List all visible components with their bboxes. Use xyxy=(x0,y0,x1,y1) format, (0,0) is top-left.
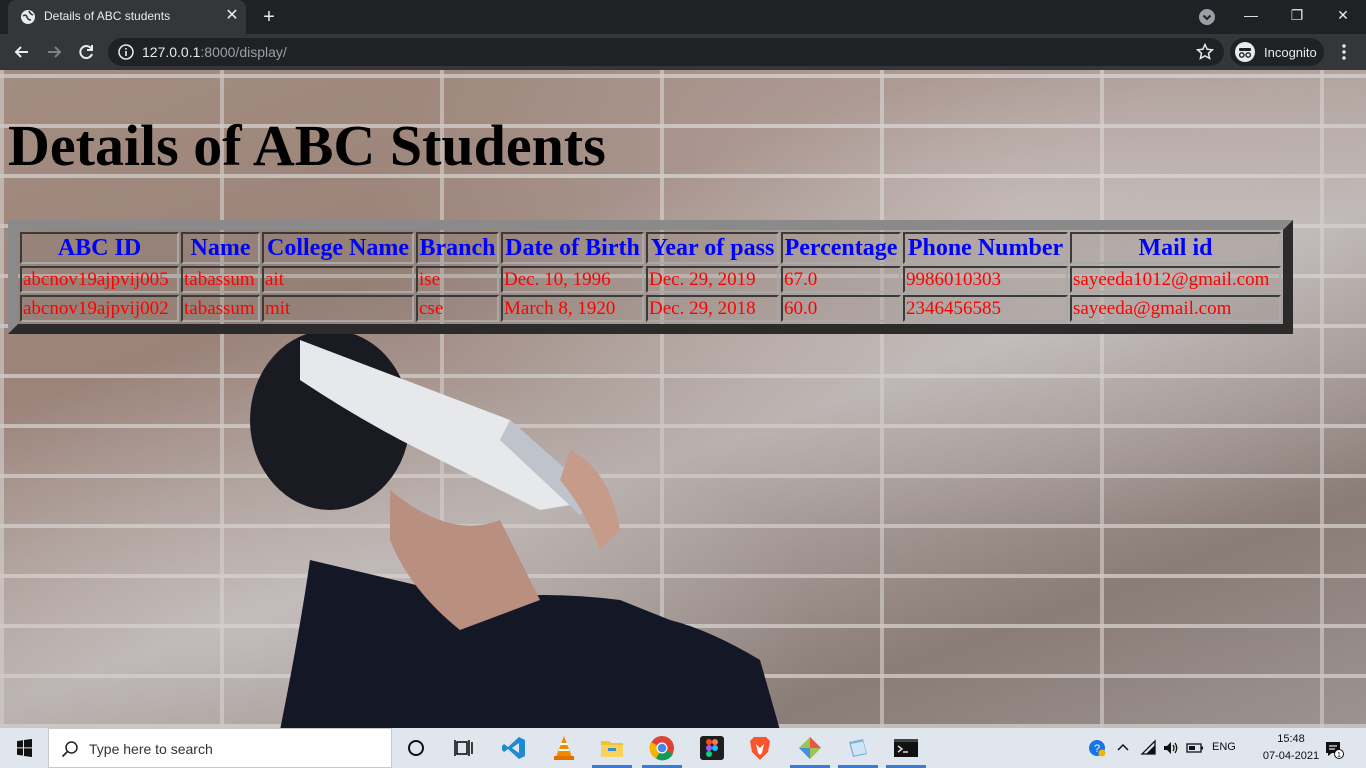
incognito-badge[interactable]: Incognito xyxy=(1230,38,1324,66)
column-header-mail-id: Mail id xyxy=(1070,232,1281,264)
cell-mail-id: sayeeda1012@gmail.com xyxy=(1070,266,1281,293)
brave-icon[interactable] xyxy=(746,734,774,762)
cell-name: tabassum xyxy=(181,295,260,322)
table-header-row: ABC ID Name College Name Branch Date of … xyxy=(20,232,1281,264)
task-view-icon[interactable] xyxy=(450,734,478,762)
browser-toolbar: 127.0.0.1:8000/display/ Incognito xyxy=(0,34,1366,70)
column-header-phone-number: Phone Number xyxy=(903,232,1068,264)
search-icon xyxy=(61,741,78,758)
new-tab-icon[interactable]: + xyxy=(258,6,280,28)
bookmark-star-icon[interactable] xyxy=(1196,43,1214,61)
figma-icon[interactable] xyxy=(698,734,726,762)
vscode-icon[interactable] xyxy=(500,734,528,762)
forward-icon[interactable] xyxy=(44,42,64,62)
column-header-name: Name xyxy=(181,232,260,264)
cell-percentage: 67.0 xyxy=(781,266,901,293)
browser-tab-strip: Details of ABC students ✕ + — ❐ ✕ xyxy=(0,0,1366,34)
notepad-app-icon[interactable] xyxy=(844,734,872,762)
clock-time[interactable]: 15:48 xyxy=(1266,733,1316,745)
cell-college-name: ait xyxy=(262,266,414,293)
url-text: 127.0.0.1:8000/display/ xyxy=(142,44,287,60)
table-row: abcnov19ajpvij002 tabassum mit cse March… xyxy=(20,295,1281,322)
clock-date[interactable]: 07-04-2021 xyxy=(1260,750,1322,762)
url-host: 127.0.0.1 xyxy=(142,44,201,60)
page-viewport: Details of ABC Students ABC ID Name Coll… xyxy=(0,70,1366,728)
minimize-icon[interactable]: — xyxy=(1228,0,1274,30)
cell-college-name: mit xyxy=(262,295,414,322)
help-icon[interactable]: ? xyxy=(1088,739,1106,757)
language-indicator[interactable]: ENG xyxy=(1212,741,1236,753)
windows-taskbar: Type here to search ? ENG 15:48 07-04-20… xyxy=(0,728,1366,768)
browser-menu-icon[interactable] xyxy=(1336,43,1352,61)
url-path: :8000/display/ xyxy=(200,44,287,60)
wifi-icon[interactable] xyxy=(1140,739,1158,757)
column-header-year-of-pass: Year of pass xyxy=(646,232,779,264)
column-header-abc-id: ABC ID xyxy=(20,232,179,264)
cell-percentage: 60.0 xyxy=(781,295,901,322)
tab-search-icon[interactable] xyxy=(1198,8,1216,26)
cell-abc-id: abcnov19ajpvij002 xyxy=(20,295,179,322)
incognito-icon xyxy=(1235,42,1255,62)
globe-icon xyxy=(21,10,35,24)
column-header-percentage: Percentage xyxy=(781,232,901,264)
address-bar[interactable]: 127.0.0.1:8000/display/ xyxy=(108,38,1224,66)
incognito-label: Incognito xyxy=(1264,45,1317,60)
file-explorer-icon[interactable] xyxy=(598,734,626,762)
volume-icon[interactable] xyxy=(1162,739,1180,757)
page-title: Details of ABC Students xyxy=(8,113,606,178)
cell-name: tabassum xyxy=(181,266,260,293)
cell-year-of-pass: Dec. 29, 2019 xyxy=(646,266,779,293)
battery-icon[interactable] xyxy=(1186,739,1204,757)
students-table: ABC ID Name College Name Branch Date of … xyxy=(8,220,1293,334)
column-header-branch: Branch xyxy=(416,232,499,264)
git-app-icon[interactable] xyxy=(796,734,824,762)
taskbar-search-placeholder: Type here to search xyxy=(89,741,213,757)
vlc-icon[interactable] xyxy=(550,734,578,762)
cell-branch: ise xyxy=(416,266,499,293)
tab-title: Details of ABC students xyxy=(44,9,171,23)
cell-date-of-birth: March 8, 1920 xyxy=(501,295,644,322)
windows-start-icon[interactable] xyxy=(0,728,48,768)
cell-year-of-pass: Dec. 29, 2018 xyxy=(646,295,779,322)
taskbar-search-box[interactable]: Type here to search xyxy=(48,728,392,768)
chrome-icon[interactable] xyxy=(648,734,676,762)
reload-icon[interactable] xyxy=(76,42,96,62)
back-icon[interactable] xyxy=(12,42,32,62)
cell-mail-id: sayeeda@gmail.com xyxy=(1070,295,1281,322)
column-header-date-of-birth: Date of Birth xyxy=(501,232,644,264)
chevron-up-icon[interactable] xyxy=(1114,739,1132,757)
close-tab-icon[interactable]: ✕ xyxy=(222,6,242,26)
restore-icon[interactable]: ❐ xyxy=(1274,0,1320,30)
site-info-icon[interactable] xyxy=(118,44,134,60)
cell-phone-number: 2346456585 xyxy=(903,295,1068,322)
cell-abc-id: abcnov19ajpvij005 xyxy=(20,266,179,293)
notification-count: 1 xyxy=(1337,752,1341,759)
active-tab[interactable]: Details of ABC students ✕ xyxy=(8,0,246,34)
cell-date-of-birth: Dec. 10, 1996 xyxy=(501,266,644,293)
notification-center-icon[interactable]: 1 xyxy=(1324,739,1344,759)
students-table-container: ABC ID Name College Name Branch Date of … xyxy=(8,220,1293,334)
reading-person-illustration xyxy=(250,330,780,728)
terminal-icon[interactable] xyxy=(892,734,920,762)
cell-branch: cse xyxy=(416,295,499,322)
window-close-icon[interactable]: ✕ xyxy=(1320,0,1366,30)
column-header-college-name: College Name xyxy=(262,232,414,264)
cortana-icon[interactable] xyxy=(402,734,430,762)
table-row: abcnov19ajpvij005 tabassum ait ise Dec. … xyxy=(20,266,1281,293)
cell-phone-number: 9986010303 xyxy=(903,266,1068,293)
